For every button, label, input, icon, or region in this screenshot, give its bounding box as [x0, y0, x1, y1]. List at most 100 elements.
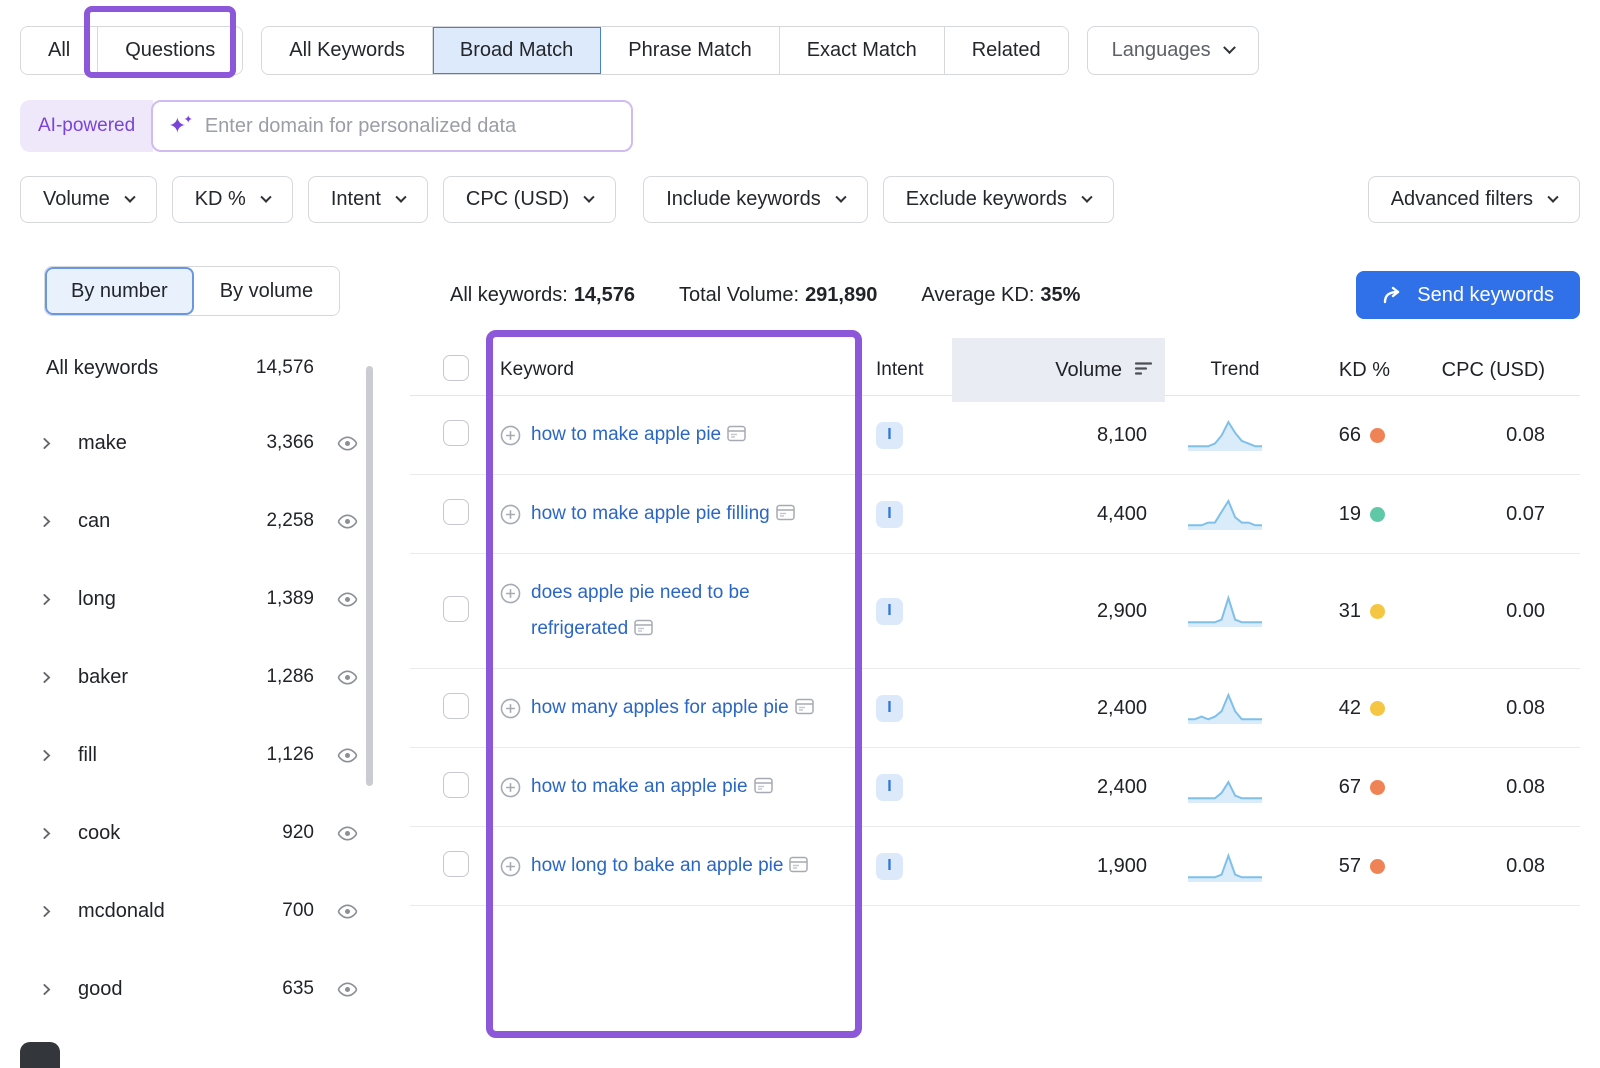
exclude-keywords-dropdown[interactable]: Exclude keywords: [883, 176, 1114, 223]
cpc-filter-dropdown[interactable]: CPC (USD): [443, 176, 616, 223]
col-keyword: Keyword: [476, 338, 864, 402]
table-row: how long to bake an apple pieI1,900570.0…: [410, 827, 1580, 906]
expand-chevron-icon[interactable]: [40, 983, 78, 996]
filter-label: KD %: [195, 188, 246, 211]
group-label[interactable]: long: [78, 588, 228, 611]
keyword-link[interactable]: how many apples for apple pie: [531, 690, 816, 726]
expand-chevron-icon[interactable]: [40, 905, 78, 918]
all-keywords-count: 14,576: [256, 357, 314, 379]
group-label[interactable]: fill: [78, 744, 228, 767]
eye-icon[interactable]: [314, 900, 380, 923]
eye-icon[interactable]: [314, 978, 380, 1001]
sort-icon[interactable]: [1134, 359, 1153, 382]
circle-plus-icon[interactable]: [500, 856, 521, 877]
table-row: how to make apple pieI8,100660.08: [410, 396, 1580, 475]
select-all-checkbox[interactable]: [443, 355, 469, 381]
intent-badge: I: [876, 774, 903, 801]
keyword-link[interactable]: how long to bake an apple pie: [531, 848, 816, 884]
expand-chevron-icon[interactable]: [40, 515, 78, 528]
row-checkbox[interactable]: [443, 772, 469, 798]
group-label[interactable]: baker: [78, 666, 228, 689]
keyword-group-row[interactable]: cook 920: [20, 794, 380, 872]
eye-icon[interactable]: [314, 822, 380, 845]
all-keywords-row[interactable]: All keywords 14,576: [20, 332, 380, 404]
keyword-group-row[interactable]: mcdonald700: [20, 872, 380, 950]
tab-related[interactable]: Related: [945, 27, 1068, 74]
serp-features-icon: [634, 618, 653, 639]
circle-plus-icon[interactable]: [500, 425, 521, 446]
volume-filter-dropdown[interactable]: Volume: [20, 176, 157, 223]
keyword-group-row[interactable]: baker1,286: [20, 638, 380, 716]
expand-chevron-icon[interactable]: [40, 437, 78, 450]
expand-chevron-icon[interactable]: [40, 827, 78, 840]
group-label[interactable]: can: [78, 510, 228, 533]
tab-broad-match[interactable]: Broad Match: [433, 27, 601, 74]
keyword-link[interactable]: does apple pie need to be refrigerated: [531, 575, 816, 647]
group-count: 3,366: [266, 432, 314, 454]
volume-value: 2,400: [952, 697, 1165, 720]
question-filter-group: All Questions: [20, 26, 243, 75]
row-checkbox[interactable]: [443, 851, 469, 877]
tab-all-keywords[interactable]: All Keywords: [262, 27, 433, 74]
ai-powered-badge: AI-powered: [20, 100, 153, 152]
kd-filter-dropdown[interactable]: KD %: [172, 176, 293, 223]
keyword-group-row[interactable]: good 635: [20, 950, 380, 1028]
table-row: how to make apple pie fillingI4,400190.0…: [410, 475, 1580, 554]
kd-difficulty-dot: [1370, 604, 1385, 619]
total-volume-stat: Total Volume:291,890: [679, 284, 877, 307]
group-count: 1,126: [266, 744, 314, 766]
expand-chevron-icon[interactable]: [40, 749, 78, 762]
group-label[interactable]: make: [78, 432, 228, 455]
send-keywords-button[interactable]: Send keywords: [1356, 271, 1580, 319]
keyword-groups-sidebar: By number By volume All keywords 14,576 …: [20, 266, 392, 1068]
match-type-group: All Keywords Broad Match Phrase Match Ex…: [261, 26, 1068, 75]
partial-element: [20, 1042, 60, 1068]
volume-value: 2,400: [952, 776, 1165, 799]
tab-exact-match[interactable]: Exact Match: [780, 27, 945, 74]
circle-plus-icon[interactable]: [500, 583, 521, 604]
kd-value: 67: [1285, 776, 1400, 799]
volume-value: 8,100: [952, 424, 1165, 447]
advanced-filters-dropdown[interactable]: Advanced filters: [1368, 176, 1580, 223]
expand-chevron-icon[interactable]: [40, 593, 78, 606]
intent-filter-dropdown[interactable]: Intent: [308, 176, 428, 223]
table-row: how many apples for apple pieI2,400420.0…: [410, 669, 1580, 748]
row-checkbox[interactable]: [443, 420, 469, 446]
group-label[interactable]: good: [78, 978, 228, 1001]
row-checkbox[interactable]: [443, 596, 469, 622]
group-label[interactable]: cook: [78, 822, 228, 845]
circle-plus-icon[interactable]: [500, 504, 521, 525]
chevron-down-icon: [124, 191, 135, 202]
chevron-down-icon: [1081, 191, 1092, 202]
keyword-link[interactable]: how to make an apple pie: [531, 769, 816, 805]
group-label[interactable]: mcdonald: [78, 900, 228, 923]
by-volume-toggle[interactable]: By volume: [194, 267, 339, 315]
include-keywords-dropdown[interactable]: Include keywords: [643, 176, 868, 223]
row-checkbox[interactable]: [443, 693, 469, 719]
keyword-group-row[interactable]: fill 1,126: [20, 716, 380, 794]
kd-difficulty-dot: [1370, 507, 1385, 522]
sidebar-scrollbar[interactable]: [366, 366, 373, 786]
domain-input[interactable]: [205, 115, 616, 138]
keyword-group-row[interactable]: can2,258: [20, 482, 380, 560]
keyword-link[interactable]: how to make apple pie: [531, 417, 816, 453]
volume-value: 1,900: [952, 855, 1165, 878]
keyword-link[interactable]: how to make apple pie filling: [531, 496, 816, 532]
col-kd: KD %: [1285, 359, 1400, 382]
tab-questions[interactable]: Questions: [98, 27, 242, 74]
col-volume[interactable]: Volume: [952, 338, 1165, 402]
expand-chevron-icon[interactable]: [40, 671, 78, 684]
group-count: 635: [282, 978, 314, 1000]
average-kd-stat: Average KD:35%: [921, 284, 1080, 307]
circle-plus-icon[interactable]: [500, 777, 521, 798]
keyword-group-row[interactable]: long1,389: [20, 560, 380, 638]
by-number-toggle[interactable]: By number: [45, 267, 194, 315]
group-count: 920: [282, 822, 314, 844]
tab-phrase-match[interactable]: Phrase Match: [601, 27, 779, 74]
keyword-group-row[interactable]: make 3,366: [20, 404, 380, 482]
languages-dropdown[interactable]: Languages: [1087, 26, 1259, 75]
trend-sparkline: [1165, 594, 1285, 628]
row-checkbox[interactable]: [443, 499, 469, 525]
circle-plus-icon[interactable]: [500, 698, 521, 719]
tab-all[interactable]: All: [21, 27, 98, 74]
